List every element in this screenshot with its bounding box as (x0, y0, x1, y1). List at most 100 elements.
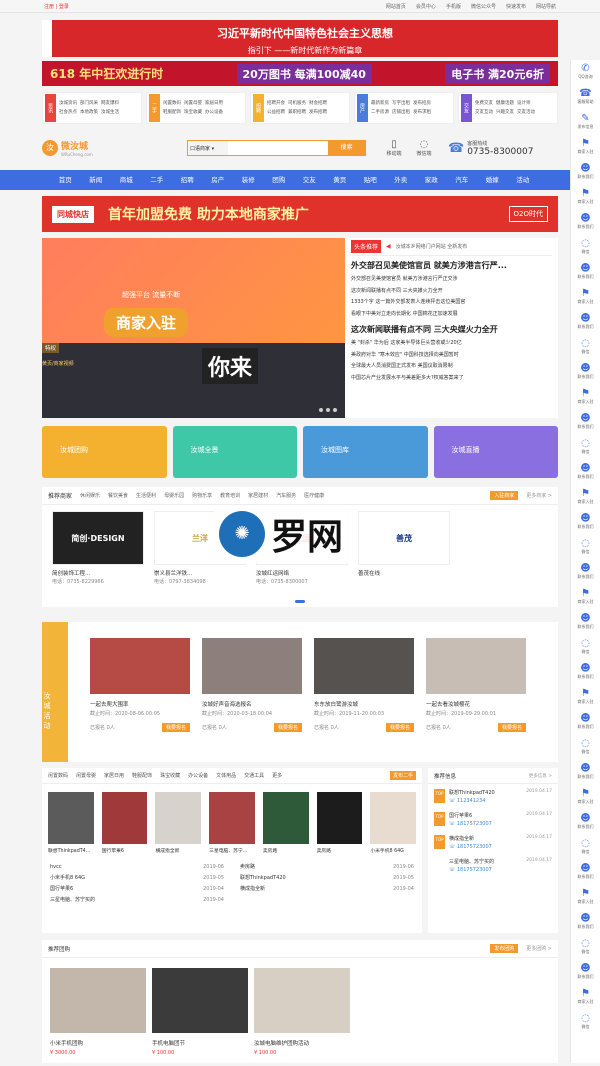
trade-list-item[interactable]: 小米手机8 64G 2019-05 (50, 873, 224, 884)
feature-tile[interactable]: 汝城图库 (303, 426, 428, 478)
news-item[interactable]: 全球最大人员消费国正式发布 美国议取消限制 (351, 361, 552, 373)
rail-button[interactable]: ☻ 联系我们 (571, 810, 600, 835)
category-link[interactable]: 家居日用 (205, 99, 223, 108)
trade-list-item[interactable]: 卖房路 2019-06 (240, 862, 414, 873)
merchant-tab[interactable]: 汽车服务 (276, 492, 296, 499)
rail-button[interactable]: ☻ 联系我们 (571, 210, 600, 235)
product-card[interactable]: 三星电脑、苏宁... (209, 792, 255, 854)
hero-carousel[interactable]: 超强平台 流量不断 商家入驻 特权 黄页/商家视频 你来 (42, 238, 345, 418)
news-headline-2[interactable]: 这次新闻联播有点不同 三大央媒火力全开 (351, 324, 552, 335)
feature-tile[interactable]: 汝城团购 (42, 426, 167, 478)
nav-item-9[interactable]: 黄页 (325, 170, 356, 190)
rail-button[interactable]: ◌ 微信 (571, 335, 600, 360)
product-card[interactable]: 横成指全新 (155, 792, 202, 854)
rail-button[interactable]: ☻ 联系我们 (571, 260, 600, 285)
category-link[interactable]: 司机服务 (288, 99, 306, 108)
trade-tab[interactable]: 鞋服配饰 (132, 772, 152, 779)
merchant-pager[interactable] (295, 600, 305, 603)
news-item[interactable]: 美 "封杀" 华为后 这家美半导体巨头营收或少20亿 (351, 338, 552, 350)
category-link[interactable]: 店铺出租 (392, 108, 410, 117)
join-merchant-button[interactable]: 入驻商家 (490, 491, 519, 500)
rail-button[interactable]: ☻ 联系我们 (571, 960, 600, 985)
category-link[interactable]: 健康话题 (496, 99, 514, 108)
signup-button[interactable]: 我要报名 (273, 723, 302, 732)
product-card[interactable]: 卖房路 (262, 792, 309, 854)
rail-button[interactable]: ☻ 联系我们 (571, 910, 600, 935)
carousel-dot[interactable] (319, 408, 323, 412)
category-link[interactable]: 招聘开会 (267, 99, 285, 108)
category-link[interactable]: 汝城生活 (101, 108, 119, 117)
search-type-select[interactable]: 口语商家 ▾ (188, 141, 228, 155)
category-link[interactable]: 最新新房 (371, 99, 389, 108)
top-banner-ad[interactable]: 习近平新时代中国特色社会主义思想 指引下 ——新时代新作为新篇章 (42, 20, 558, 57)
activity-card[interactable]: 东东放白鹭游汝城 截止时间：2019-11-20 00:03 已报名 0人 我要报名 (314, 638, 414, 762)
wechat-link[interactable]: ◌ 微信端 (414, 139, 434, 157)
rail-button[interactable]: ☻ 联系我们 (571, 560, 600, 585)
product-card[interactable]: 小米手机8 64G (370, 792, 417, 854)
signup-button[interactable]: 我要报名 (385, 723, 414, 732)
merchant-tab[interactable]: 休闲娱乐 (80, 492, 100, 499)
search-input[interactable] (228, 141, 328, 155)
product-card[interactable]: 联想ThinkpadT4... (48, 792, 94, 854)
recommend-item[interactable]: TOP 联想ThinkpadT420 ☏ 112341234 2019.04.17 (428, 784, 558, 807)
category-link[interactable]: 交友活动 (517, 108, 535, 117)
rail-button[interactable]: ◌ 微信 (571, 635, 600, 660)
nav-item-12[interactable]: 家政 (416, 170, 447, 190)
category-link[interactable]: 鞋服配饰 (163, 108, 181, 117)
trade-tab[interactable]: 文体用品 (216, 772, 236, 779)
trade-tab[interactable]: 珠宝收藏 (160, 772, 180, 779)
category-link[interactable]: 发布求租 (413, 108, 431, 117)
category-link[interactable]: 闲置数码 (163, 99, 181, 108)
shop-banner-ad[interactable]: 同城快店 首年加盟免费 助力本地商家推广 O2O时代 (42, 196, 558, 232)
news-headline-1[interactable]: 外交部召见美使馆官员 就美方涉港言行严... (351, 260, 552, 271)
rail-button[interactable]: ☻ 联系我们 (571, 510, 600, 535)
site-logo[interactable]: 汝 微汝城 WRuCheng.com (42, 134, 107, 162)
nav-item-11[interactable]: 外卖 (386, 170, 417, 190)
rail-button[interactable]: ⚑ 商家入驻 (571, 135, 600, 160)
carousel-dot[interactable] (333, 408, 337, 412)
rail-button[interactable]: ⚑ 商家入驻 (571, 685, 600, 710)
nav-item-15[interactable]: 活动 (508, 170, 539, 190)
rail-button[interactable]: ◌ 微信 (571, 535, 600, 560)
rail-button[interactable]: ⚑ 商家入驻 (571, 485, 600, 510)
category-link[interactable]: 发布招房 (413, 99, 431, 108)
top-link-mobile[interactable]: 手机版 (446, 3, 461, 10)
nav-item-0[interactable]: 首页 (50, 170, 81, 190)
recommend-item[interactable]: TOP 国行苹果6 ☏ 18175723007 2019.04.17 (428, 807, 558, 830)
trade-tab[interactable]: 闲置数码 (48, 772, 68, 779)
nav-item-13[interactable]: 汽车 (447, 170, 478, 190)
category-link[interactable]: 交友互动 (475, 108, 493, 117)
category-link[interactable]: 珠宝收藏 (184, 108, 202, 117)
activity-card[interactable]: 一起去看汝城樱花 截止时间：2019-09-29 00:01 已报名 0人 我要报名 (426, 638, 526, 762)
rail-button[interactable]: ⚑ 商家入驻 (571, 385, 600, 410)
rail-button[interactable]: ◌ 微信 (571, 935, 600, 960)
rail-button[interactable]: ✆ QQ咨询 (571, 60, 600, 85)
signup-button[interactable]: 我要报名 (497, 723, 526, 732)
nav-item-3[interactable]: 二手 (142, 170, 173, 190)
group-card[interactable]: 手机电脑团节 ¥ 100.00 (152, 968, 248, 1056)
rail-button[interactable]: ☻ 联系我们 (571, 710, 600, 735)
rail-button[interactable]: ☻ 联系我们 (571, 310, 600, 335)
merchant-card[interactable]: 简创·DESIGN 简创装饰工程... 电话：0735-8229966 (52, 511, 144, 585)
merchant-tab[interactable]: 生活便利 (136, 492, 156, 499)
publish-group-button[interactable]: 发布团购 (490, 944, 519, 953)
mobile-link[interactable]: ▯ 移动端 (384, 139, 404, 157)
login-register-link[interactable]: 注册 | 登录 (44, 3, 69, 10)
merchant-tab[interactable]: 母婴乐园 (164, 492, 184, 499)
rail-button[interactable]: ☻ 联系我们 (571, 760, 600, 785)
rail-button[interactable]: ⚑ 商家入驻 (571, 985, 600, 1010)
trade-list-item[interactable]: 联想ThinkpadT420 2019-05 (240, 873, 414, 884)
nav-item-7[interactable]: 团购 (264, 170, 295, 190)
category-link[interactable]: 免费交友 (475, 99, 493, 108)
merchant-tab[interactable]: 家居建材 (248, 492, 268, 499)
merchant-tab[interactable]: 餐饮美食 (108, 492, 128, 499)
carousel-dots[interactable] (319, 408, 337, 412)
trade-tab[interactable]: 交通工具 (244, 772, 264, 779)
news-item[interactable]: 看眼下中美对立走向长期化 中国棉花正加速发展 (351, 309, 552, 321)
trade-tab[interactable]: 更多 (272, 772, 282, 779)
rail-button[interactable]: ☻ 联系我们 (571, 660, 600, 685)
rail-button[interactable]: ☻ 联系我们 (571, 460, 600, 485)
category-link[interactable]: 兴趣交友 (496, 108, 514, 117)
recommend-more-link[interactable]: 更多信息 > (529, 773, 552, 779)
category-link[interactable]: 办公设备 (205, 108, 223, 117)
